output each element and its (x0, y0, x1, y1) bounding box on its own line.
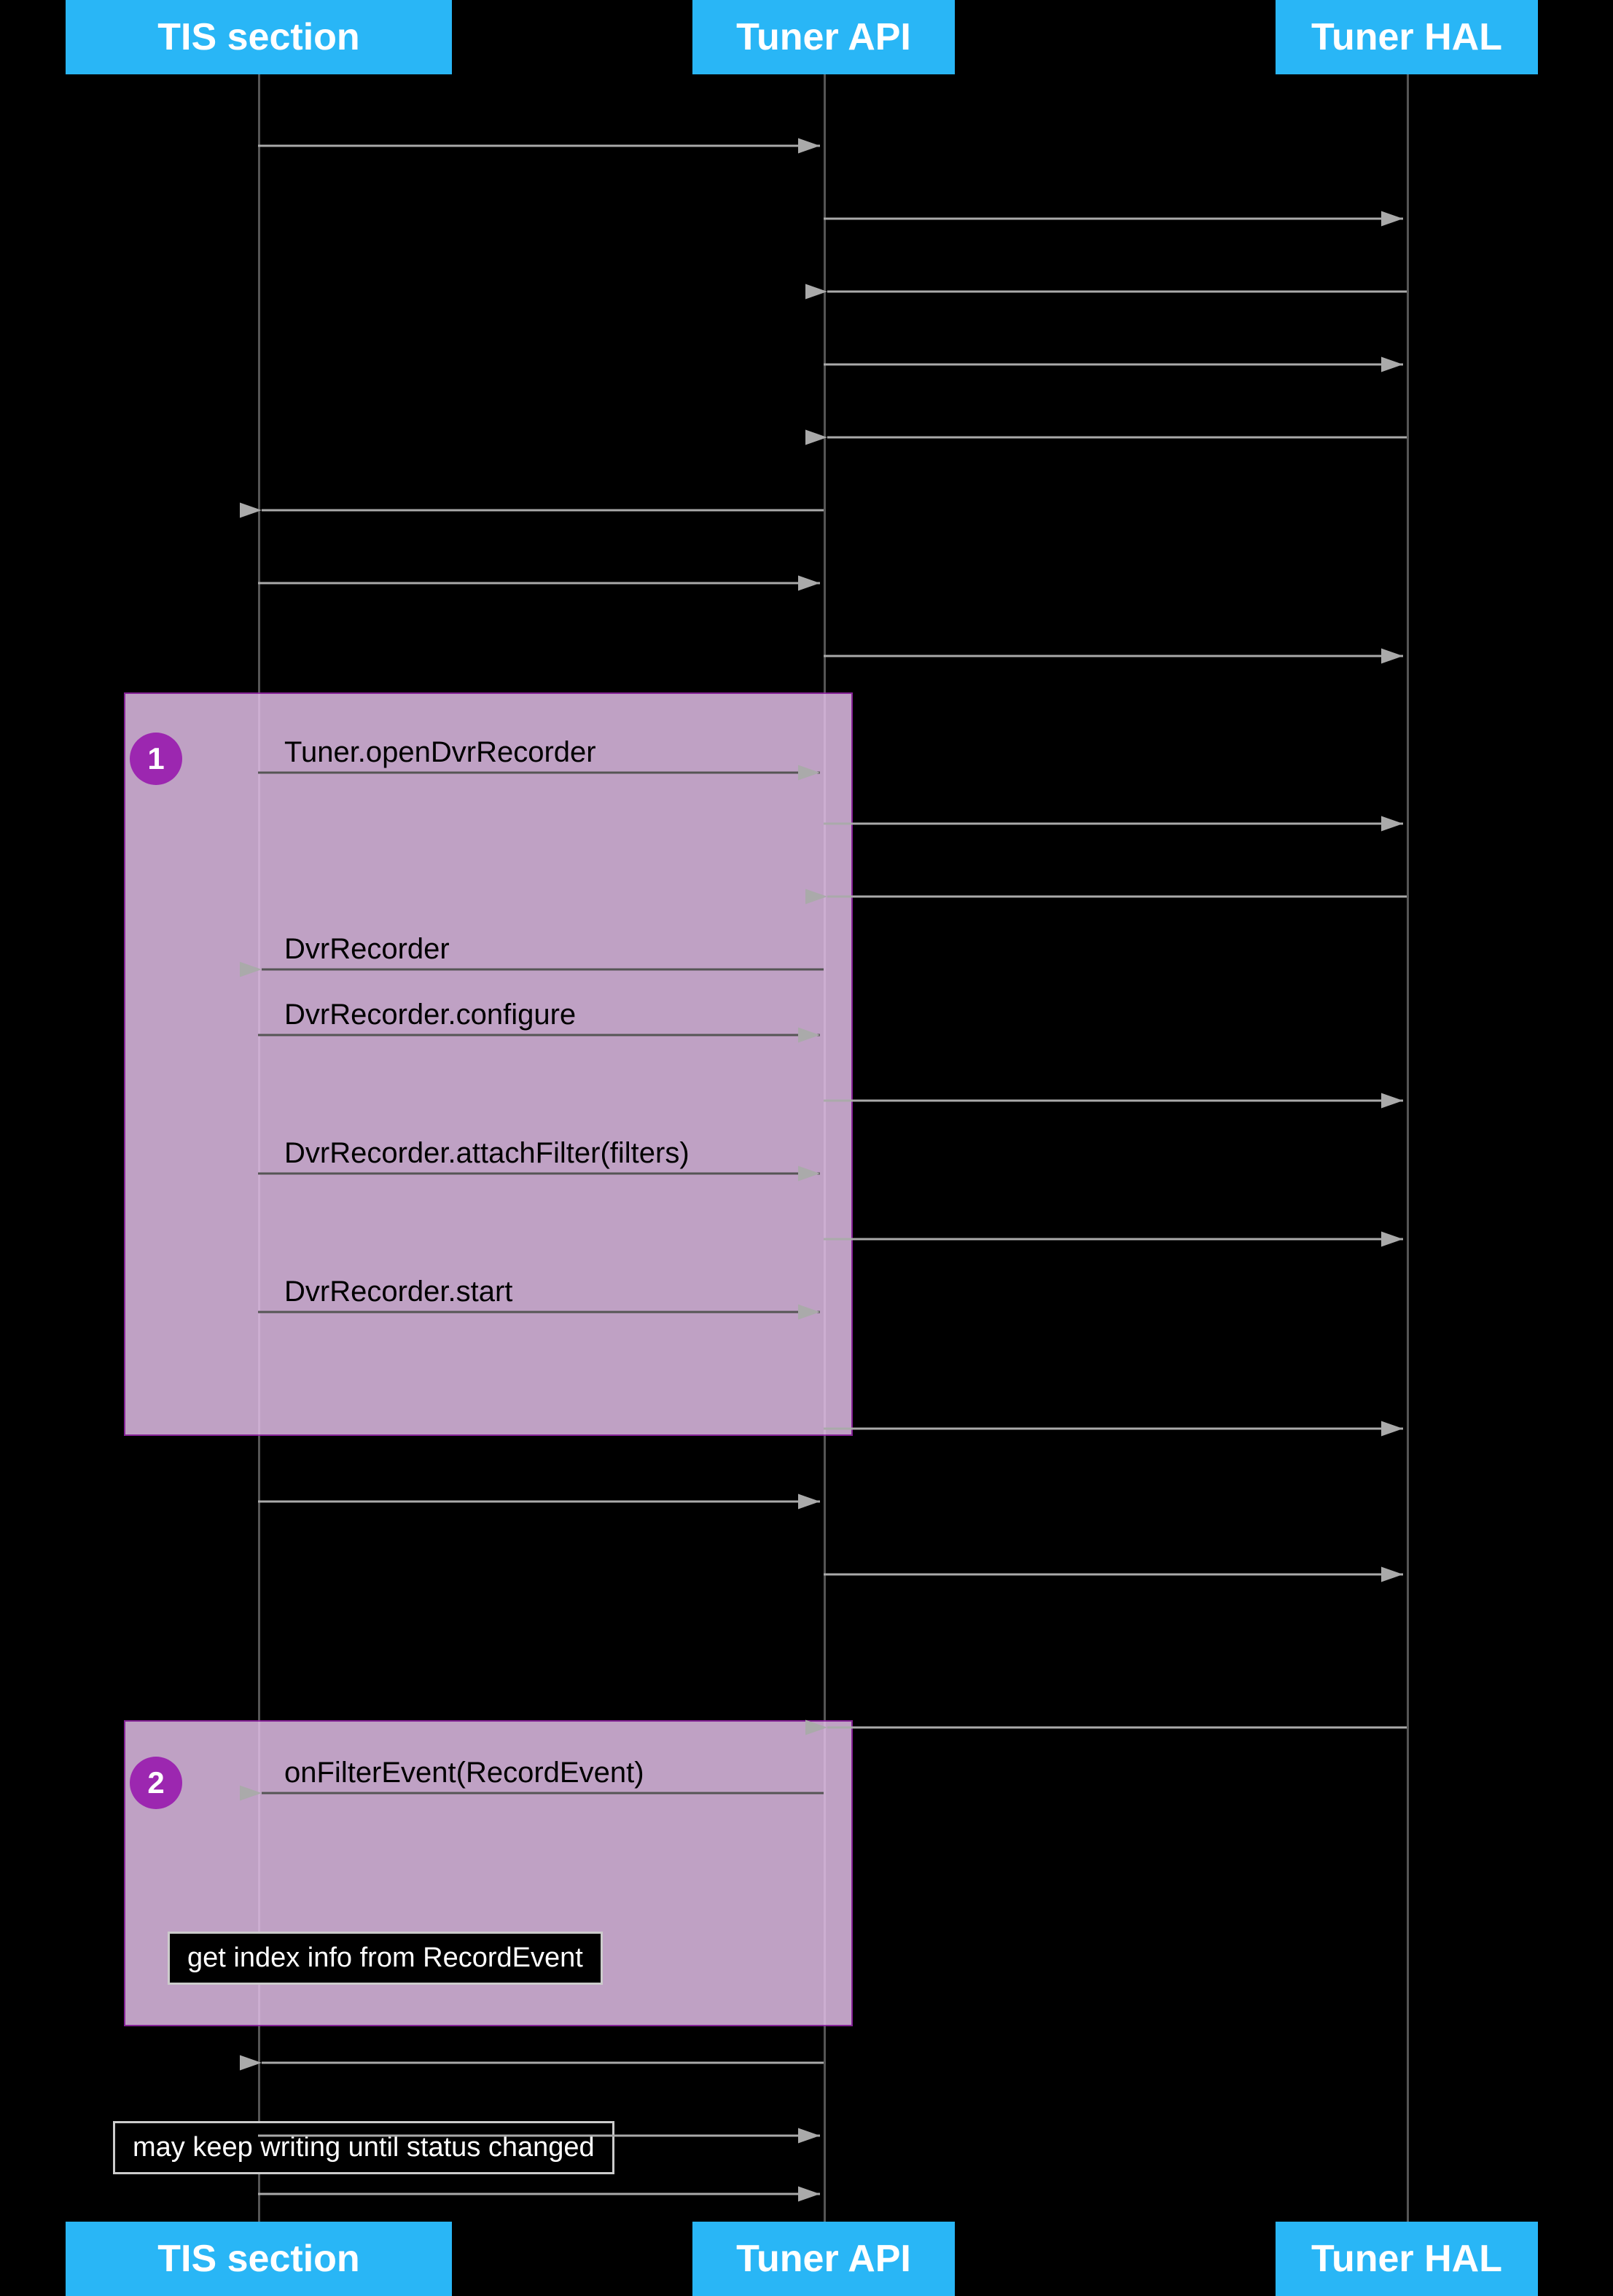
lifeline-tunerhal (1407, 74, 1409, 2222)
activation-box-1 (124, 692, 853, 1436)
step-circle-1: 1 (130, 733, 182, 785)
tunerhal-footer: Tuner HAL (1276, 2222, 1538, 2296)
note-get-index: get index info from RecordEvent (168, 1932, 603, 1985)
tunerapi-header-top: Tuner API (692, 0, 955, 74)
step-circle-2: 2 (130, 1757, 182, 1809)
tis-header-top: TIS section (66, 0, 452, 74)
note-keep-writing: may keep writing until status changed (113, 2121, 614, 2174)
tunerhal-header-top: Tuner HAL (1276, 0, 1538, 74)
tis-footer: TIS section (66, 2222, 452, 2296)
tunerapi-footer: Tuner API (692, 2222, 955, 2296)
